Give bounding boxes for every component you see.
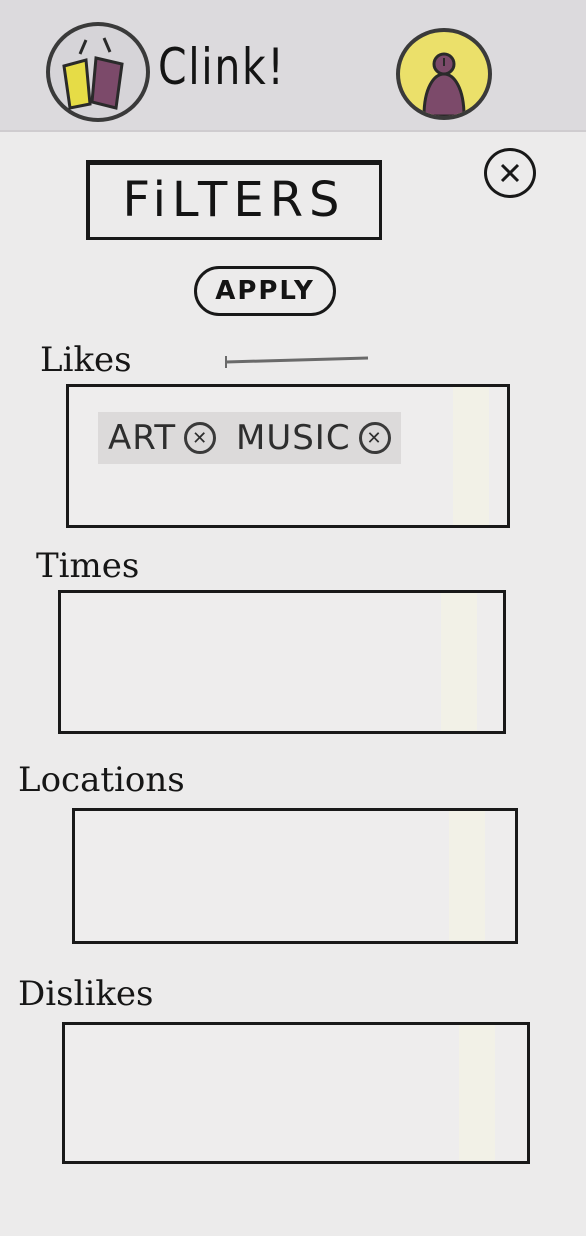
user-avatar-icon: [422, 52, 466, 116]
times-label: Times: [36, 546, 140, 586]
like-chip-label: MUSIC: [236, 418, 351, 458]
tape-mark: [225, 356, 369, 368]
logo-button[interactable]: [46, 22, 150, 122]
tape-strip: [453, 387, 489, 525]
locations-label: Locations: [18, 760, 185, 800]
app-header: Clink!: [0, 0, 586, 132]
like-chip-music: MUSIC ✕: [226, 412, 401, 464]
close-button[interactable]: [484, 148, 536, 198]
times-field[interactable]: [58, 590, 506, 734]
remove-chip-icon[interactable]: ✕: [358, 422, 391, 454]
filters-title: FiLTERS: [86, 160, 382, 240]
tape-strip: [441, 593, 477, 731]
app-title: Clink!: [158, 38, 286, 96]
remove-chip-icon[interactable]: ✕: [184, 422, 217, 454]
profile-avatar[interactable]: [396, 28, 492, 120]
apply-button[interactable]: APPLY: [194, 266, 336, 316]
like-chip-art: ART ✕: [98, 412, 227, 464]
like-chip-label: ART: [108, 418, 177, 458]
locations-field[interactable]: [72, 808, 518, 944]
tape-strip: [449, 811, 485, 941]
clinking-cups-icon: [62, 37, 124, 110]
dislikes-label: Dislikes: [18, 974, 154, 1014]
close-icon: [500, 163, 520, 183]
tape-strip: [459, 1025, 495, 1161]
dislikes-field[interactable]: [62, 1022, 530, 1164]
likes-label: Likes: [40, 340, 132, 380]
